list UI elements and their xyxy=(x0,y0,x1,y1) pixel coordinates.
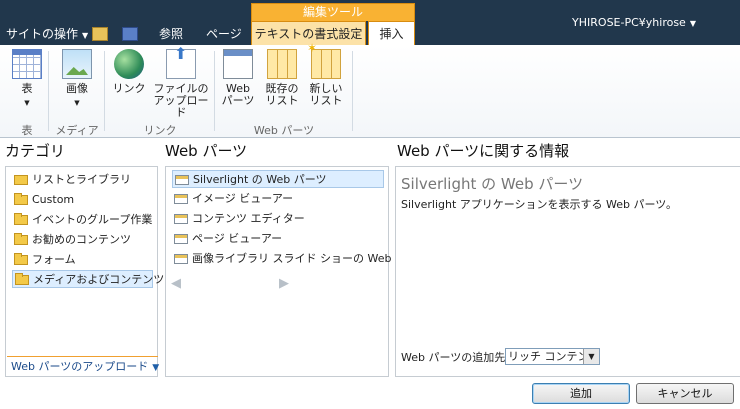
tab-browse[interactable]: 参照 xyxy=(159,25,183,42)
category-item[interactable]: Custom xyxy=(12,191,153,209)
web-part-icon xyxy=(175,175,189,185)
category-label: Custom xyxy=(32,193,75,206)
site-actions-label: サイトの操作 xyxy=(6,27,79,41)
category-label: お勧めのコンテンツ xyxy=(32,233,131,246)
category-item[interactable]: イベントのグループ作業 xyxy=(12,211,153,229)
chevron-down-icon[interactable]: ▼ xyxy=(583,349,599,364)
ribbon: 表 ▼ 画像 ▼ リンク ファイルの アップロード Web パーツ 既存の リス… xyxy=(0,42,740,138)
add-button[interactable]: 追加 xyxy=(532,383,630,404)
chevron-down-icon: ▼ xyxy=(82,31,89,40)
upload-file-icon xyxy=(166,48,196,79)
existing-list-button[interactable]: 既存の リスト xyxy=(263,49,301,107)
chevron-down-icon: ▼ xyxy=(152,363,160,373)
new-list-button[interactable]: 新しい リスト xyxy=(307,42,345,107)
chevron-down-icon: ▼ xyxy=(74,99,80,107)
user-menu[interactable]: YHIROSE-PC¥yhirose ▼ xyxy=(572,16,696,29)
web-part-button[interactable]: Web パーツ xyxy=(220,49,256,107)
category-label: イベントのグループ作業 xyxy=(32,213,153,226)
web-part-item-selected[interactable]: Silverlight の Web パーツ xyxy=(172,170,384,188)
category-label: リストとライブラリ xyxy=(32,173,131,186)
categories-panel: リストとライブラリ Custom イベントのグループ作業 お勧めのコンテンツ フ… xyxy=(5,166,164,377)
user-name: YHIROSE-PC¥yhirose xyxy=(572,16,686,29)
edit-page-icon[interactable] xyxy=(122,27,138,41)
category-label: メディアおよびコンテンツ xyxy=(33,273,165,286)
group-label-web-parts: Web パーツ xyxy=(253,124,315,137)
folder-icon xyxy=(14,193,28,205)
existing-list-label-2: リスト xyxy=(265,94,299,107)
slideshow-icon xyxy=(174,254,188,264)
group-separator xyxy=(48,51,49,131)
link-icon xyxy=(114,49,144,79)
web-parts-panel: Silverlight の Web パーツ イメージ ビューアー コンテンツ エ… xyxy=(165,166,405,377)
group-separator xyxy=(214,51,215,131)
web-part-info-title: Web パーツに関する情報 xyxy=(397,142,570,160)
add-to-label: Web パーツの追加先: xyxy=(401,351,509,364)
editing-tools-group: 編集ツール xyxy=(251,3,415,21)
web-part-item[interactable]: イメージ ビューアー xyxy=(172,190,384,208)
group-label-links: リンク xyxy=(143,124,177,137)
upload-web-part-link[interactable]: Web パーツのアップロード ▼ xyxy=(7,356,160,376)
folder-icon xyxy=(14,213,28,225)
upload-file-label-2: アップロード xyxy=(153,94,209,119)
folder-icon xyxy=(14,175,28,185)
group-label-table: 表 xyxy=(21,124,33,137)
category-item[interactable]: お勧めのコンテンツ xyxy=(12,231,153,249)
web-part-label: ページ ビューアー xyxy=(192,232,283,245)
web-part-label: コンテンツ エディター xyxy=(192,212,305,225)
group-separator xyxy=(104,51,105,131)
web-parts-title: Web パーツ xyxy=(165,142,248,160)
selected-web-part-description: Silverlight アプリケーションを表示する Web パーツ。 xyxy=(401,198,677,211)
site-actions-menu[interactable]: サイトの操作 ▼ xyxy=(6,25,88,42)
web-part-label: 画像ライブラリ スライド ショーの Web ... xyxy=(192,252,406,265)
web-part-item[interactable]: 画像ライブラリ スライド ショーの Web ... xyxy=(172,250,405,268)
link-label: リンク xyxy=(112,82,146,95)
category-label: フォーム xyxy=(32,253,76,266)
tab-page[interactable]: ページ xyxy=(206,25,242,42)
web-part-info-panel: Silverlight の Web パーツ Silverlight アプリケーシ… xyxy=(395,166,740,377)
table-button[interactable]: 表 ▼ xyxy=(10,49,44,109)
web-part-item[interactable]: コンテンツ エディター xyxy=(172,210,384,228)
image-button[interactable]: 画像 ▼ xyxy=(60,49,94,109)
table-label: 表 xyxy=(21,82,33,95)
selected-web-part-name: Silverlight の Web パーツ xyxy=(401,175,584,193)
folder-icon xyxy=(15,273,29,285)
web-part-label-2: パーツ xyxy=(221,94,255,107)
existing-list-icon xyxy=(267,49,297,79)
group-separator xyxy=(352,51,353,131)
next-page-icon[interactable]: ▶ xyxy=(279,276,289,291)
top-bar: サイトの操作 ▼ 参照 ページ 編集ツール テキストの書式設定 挿入 YHIROS… xyxy=(0,0,740,45)
web-part-icon xyxy=(223,49,253,79)
chevron-down-icon: ▼ xyxy=(24,99,30,107)
category-item[interactable]: フォーム xyxy=(12,251,153,269)
folder-icon xyxy=(14,233,28,245)
web-part-label: イメージ ビューアー xyxy=(192,192,294,205)
web-part-item[interactable]: ページ ビューアー xyxy=(172,230,384,248)
link-button[interactable]: リンク xyxy=(112,49,146,95)
previous-page-icon[interactable]: ◀ xyxy=(171,276,181,291)
new-list-icon xyxy=(307,42,341,79)
group-label-media: メディア xyxy=(55,124,99,137)
web-part-label: Silverlight の Web パーツ xyxy=(193,173,327,186)
category-item-selected[interactable]: メディアおよびコンテンツ xyxy=(12,270,164,288)
tab-insert[interactable]: 挿入 xyxy=(368,21,415,45)
cancel-button[interactable]: キャンセル xyxy=(636,383,734,404)
image-label: 画像 xyxy=(66,82,88,95)
image-viewer-icon xyxy=(174,194,188,204)
chevron-down-icon: ▼ xyxy=(689,19,696,28)
categories-title: カテゴリ xyxy=(5,142,66,160)
upload-web-part-label: Web パーツのアップロード xyxy=(11,360,149,373)
upload-file-button[interactable]: ファイルの アップロード xyxy=(152,48,210,119)
table-icon xyxy=(12,49,42,79)
folder-up-icon[interactable] xyxy=(92,27,108,41)
add-to-select[interactable]: リッチ コンテンツ ▼ xyxy=(505,348,600,365)
content-editor-icon xyxy=(174,214,188,224)
category-item[interactable]: リストとライブラリ xyxy=(12,171,153,189)
image-icon xyxy=(62,49,92,79)
page-viewer-icon xyxy=(174,234,188,244)
new-list-label-2: リスト xyxy=(309,94,343,107)
folder-icon xyxy=(14,253,28,265)
